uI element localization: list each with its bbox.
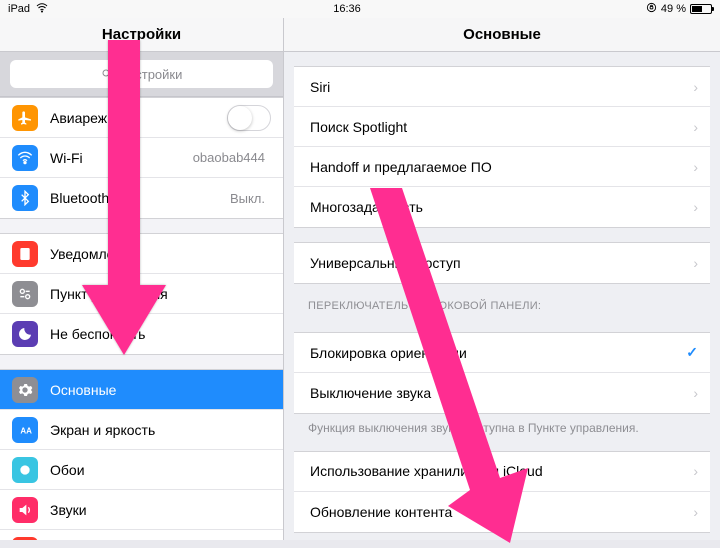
passcode-icon: [12, 537, 38, 541]
detail-title: Основные: [284, 18, 720, 52]
detail-row-label: Siri: [310, 79, 693, 95]
sidebar-item-label: Обои: [50, 462, 271, 478]
chevron-right-icon: ›: [693, 504, 698, 520]
detail-row-многозадачность[interactable]: Многозадачность›: [294, 187, 710, 227]
sidebar-item-уведомления[interactable]: Уведомления: [0, 234, 283, 274]
rotation-lock-icon: [646, 2, 657, 16]
sidebar-item-label: Bluetooth: [50, 190, 230, 206]
detail-row-поиск-spotlight[interactable]: Поиск Spotlight›: [294, 107, 710, 147]
sidebar-item-accessory: Выкл.: [230, 191, 265, 206]
detail-row-label: Handoff и предлагаемое ПО: [310, 159, 693, 175]
detail-row-label: Использование хранилища и iCloud: [310, 463, 693, 479]
detail-pane: Основные Siri›Поиск Spotlight›Handoff и …: [284, 18, 720, 540]
sidebar-item-accessory: obaobab444: [193, 150, 265, 165]
search-wrap: Настройки: [0, 52, 283, 97]
sidebar-item-основные[interactable]: Основные: [0, 370, 283, 410]
sidebar-item-wi-fi[interactable]: Wi-Fiobaobab444: [0, 138, 283, 178]
gear-icon: [12, 377, 38, 403]
status-bar: iPad 16:36 49 %: [0, 0, 720, 18]
detail-row-обновление-контента[interactable]: Обновление контента›: [294, 492, 710, 532]
sidebar-item-авиарежим[interactable]: Авиарежим: [0, 98, 283, 138]
checkmark-icon: ✓: [686, 344, 698, 361]
detail-row-выключение-звука[interactable]: Выключение звука›: [294, 373, 710, 413]
search-input[interactable]: Настройки: [10, 60, 273, 88]
sidebar-item-экран-и-яркость[interactable]: AA Экран и яркость: [0, 410, 283, 450]
chevron-right-icon: ›: [693, 159, 698, 175]
device-label: iPad: [8, 3, 30, 15]
sidebar-item-bluetooth[interactable]: BluetoothВыкл.: [0, 178, 283, 218]
detail-row-label: Выключение звука: [310, 385, 693, 401]
control-center-icon: [12, 281, 38, 307]
sidebar-item-label: Основные: [50, 382, 271, 398]
detail-group-accessibility: Универсальный доступ›: [294, 242, 710, 284]
wallpaper-icon: [12, 457, 38, 483]
sidebar-item-label: Звуки: [50, 502, 271, 518]
search-icon: [101, 68, 113, 80]
detail-row-label: Поиск Spotlight: [310, 119, 693, 135]
sidebar-item-пароль[interactable]: Пароль: [0, 530, 283, 540]
detail-group-side-switch: Блокировка ориентации✓Выключение звука›: [294, 332, 710, 414]
sidebar-title: Настройки: [0, 18, 283, 52]
detail-row-label: Универсальный доступ: [310, 255, 693, 271]
bluetooth-icon: [12, 185, 38, 211]
detail-row-использование-хранилища-и-icloud[interactable]: Использование хранилища и iCloud›: [294, 452, 710, 492]
chevron-right-icon: ›: [693, 79, 698, 95]
wifi-icon: [12, 145, 38, 171]
sidebar-item-обои[interactable]: Обои: [0, 450, 283, 490]
toggle-switch[interactable]: [227, 105, 271, 131]
sidebar-item-label: Wi-Fi: [50, 150, 193, 166]
chevron-right-icon: ›: [693, 199, 698, 215]
detail-row-siri[interactable]: Siri›: [294, 67, 710, 107]
detail-row-label: Блокировка ориентации: [310, 345, 686, 361]
clock: 16:36: [333, 3, 361, 15]
detail-row-label: Многозадачность: [310, 199, 693, 215]
sidebar-item-звуки[interactable]: Звуки: [0, 490, 283, 530]
sidebar-item-label: Авиарежим: [50, 110, 227, 126]
detail-group-storage: Использование хранилища и iCloud›Обновле…: [294, 451, 710, 533]
detail-row-label: Обновление контента: [310, 504, 693, 520]
sidebar-item-label: Не беспокоить: [50, 326, 271, 342]
sidebar-item-пункт-управления[interactable]: Пункт управления: [0, 274, 283, 314]
sidebar: Настройки Настройки Авиарежим Wi-Fiobaoba…: [0, 18, 284, 540]
airplane-icon: [12, 105, 38, 131]
detail-row-блокировка-ориентации[interactable]: Блокировка ориентации✓: [294, 333, 710, 373]
detail-group-1: Siri›Поиск Spotlight›Handoff и предлагае…: [294, 66, 710, 228]
battery-percent: 49 %: [661, 3, 686, 15]
sidebar-item-не-беспокоить[interactable]: Не беспокоить: [0, 314, 283, 354]
sounds-icon: [12, 497, 38, 523]
detail-row-универсальный-доступ[interactable]: Универсальный доступ›: [294, 243, 710, 283]
sidebar-group-alerts: Уведомления Пункт управления Не беспокоить: [0, 233, 283, 355]
battery-icon: [690, 4, 712, 14]
chevron-right-icon: ›: [693, 463, 698, 479]
do-not-disturb-icon: [12, 321, 38, 347]
notifications-icon: [12, 241, 38, 267]
sidebar-group-general: Основные AA Экран и яркость Обои Звуки Пароль…: [0, 369, 283, 540]
detail-row-handoff-и-предлагаемое-по[interactable]: Handoff и предлагаемое ПО›: [294, 147, 710, 187]
wifi-icon: [36, 2, 48, 17]
svg-text:AA: AA: [20, 426, 32, 435]
chevron-right-icon: ›: [693, 119, 698, 135]
sidebar-item-label: Пункт управления: [50, 286, 271, 302]
search-placeholder: Настройки: [119, 67, 183, 82]
side-switch-header: ПЕРЕКЛЮЧАТЕЛЬ НА БОКОВОЙ ПАНЕЛИ:: [284, 284, 720, 318]
chevron-right-icon: ›: [693, 255, 698, 271]
sidebar-group-connectivity: АвиарежимWi-Fiobaobab444BluetoothВыкл.: [0, 97, 283, 219]
sidebar-item-label: Экран и яркость: [50, 422, 271, 438]
sidebar-item-label: Уведомления: [50, 246, 271, 262]
brightness-icon: AA: [12, 417, 38, 443]
side-switch-footer: Функция выключения звука доступна в Пунк…: [284, 414, 720, 437]
chevron-right-icon: ›: [693, 385, 698, 401]
